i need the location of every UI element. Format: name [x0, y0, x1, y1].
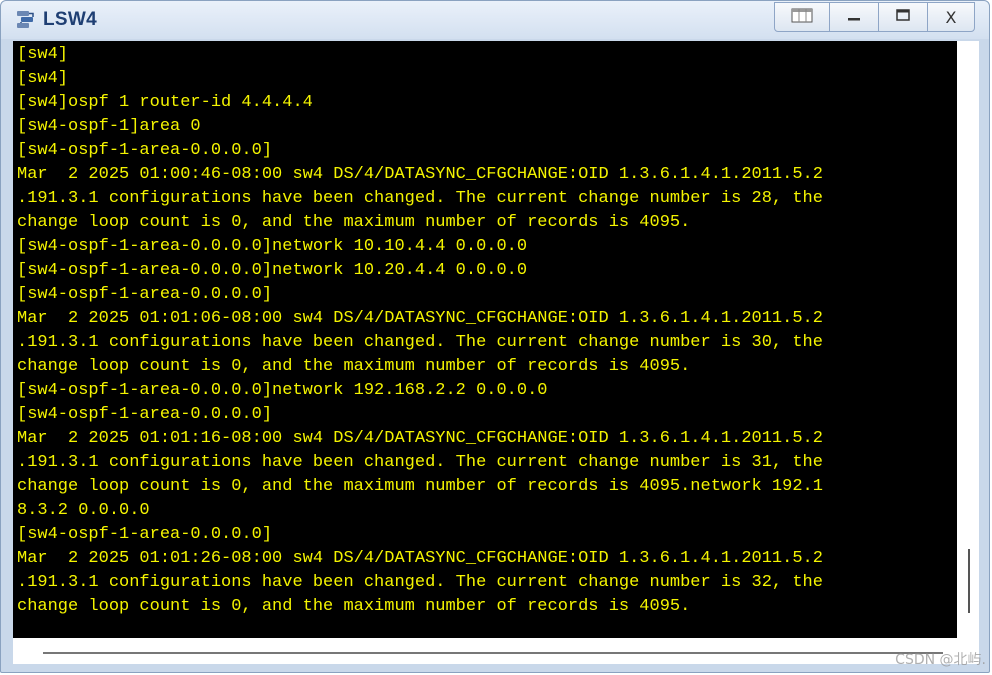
terminal-line: .191.3.1 configurations have been change…: [17, 333, 823, 352]
title-bar[interactable]: LSW4 X: [1, 1, 989, 39]
terminal-line: change loop count is 0, and the maximum …: [17, 357, 691, 376]
terminal-line: change loop count is 0, and the maximum …: [17, 213, 691, 232]
watermark-text: CSDN @北屿.: [895, 652, 986, 668]
window-controls: X: [774, 2, 975, 33]
terminal-line: [sw4]: [17, 69, 69, 88]
terminal-line: [sw4-ospf-1-area-0.0.0.0]network 192.168…: [17, 381, 548, 400]
vertical-scroll-thumb[interactable]: [968, 549, 970, 613]
terminal-line: [sw4]ospf 1 router-id 4.4.4.4: [17, 93, 313, 112]
horizontal-scroll-thumb[interactable]: [43, 652, 943, 654]
horizontal-scrollbar[interactable]: [13, 638, 979, 664]
terminal-line: [sw4-ospf-1-area-0.0.0.0]: [17, 141, 273, 160]
terminal-line: Mar 2 2025 01:01:26-08:00 sw4 DS/4/DATAS…: [17, 549, 823, 568]
terminal-line: [sw4-ospf-1-area-0.0.0.0]: [17, 525, 273, 544]
minimize-icon: [845, 6, 863, 28]
terminal-line: .191.3.1 configurations have been change…: [17, 453, 823, 472]
terminal-line: Mar 2 2025 01:01:06-08:00 sw4 DS/4/DATAS…: [17, 309, 823, 328]
minimize-button[interactable]: [829, 2, 879, 32]
terminal-line: [sw4-ospf-1-area-0.0.0.0]network 10.10.4…: [17, 237, 528, 256]
terminal-line: [sw4-ospf-1-area-0.0.0.0]network 10.20.4…: [17, 261, 528, 280]
terminal-line: Mar 2 2025 01:00:46-08:00 sw4 DS/4/DATAS…: [17, 165, 823, 184]
terminal-line: change loop count is 0, and the maximum …: [17, 477, 823, 496]
terminal-line: [sw4]: [17, 45, 69, 64]
terminal-line: .191.3.1 configurations have been change…: [17, 573, 823, 592]
restore-icon: [789, 6, 815, 28]
vertical-scrollbar[interactable]: [957, 41, 979, 638]
close-icon: X: [945, 7, 957, 27]
terminal-line: [sw4-ospf-1-area-0.0.0.0]: [17, 405, 273, 424]
terminal-line: [sw4-ospf-1]area 0: [17, 117, 201, 136]
close-button[interactable]: X: [927, 2, 975, 32]
network-switch-icon: [15, 9, 37, 31]
terminal-output[interactable]: [sw4] [sw4] [sw4]ospf 1 router-id 4.4.4.4 […: [13, 41, 957, 638]
terminal-line: Mar 2 2025 01:01:16-08:00 sw4 DS/4/DATAS…: [17, 429, 823, 448]
terminal-window: LSW4 X [sw4] [sw4] [sw4]ospf 1 router-id…: [0, 0, 990, 673]
terminal-line: 8.3.2 0.0.0.0: [17, 501, 150, 520]
terminal-line: change loop count is 0, and the maximum …: [17, 597, 691, 616]
maximize-icon: [894, 6, 912, 28]
restore-button[interactable]: [774, 2, 830, 32]
window-title: LSW4: [43, 9, 97, 30]
terminal-line: [sw4-ospf-1-area-0.0.0.0]: [17, 285, 273, 304]
maximize-button[interactable]: [878, 2, 928, 32]
terminal-lines: [sw4] [sw4] [sw4]ospf 1 router-id 4.4.4.4 […: [17, 43, 823, 619]
terminal-line: .191.3.1 configurations have been change…: [17, 189, 823, 208]
